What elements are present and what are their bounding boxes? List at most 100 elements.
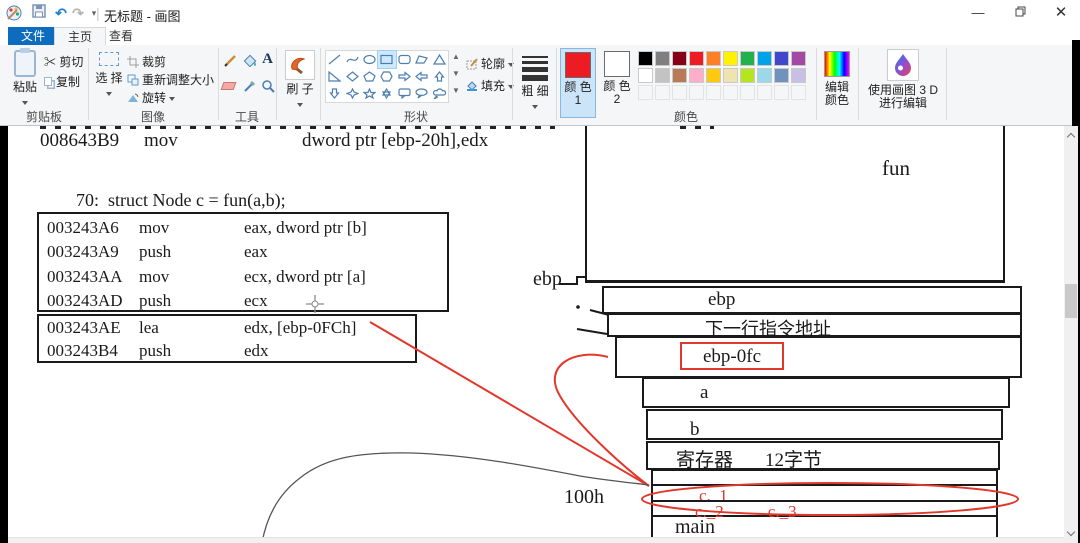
shape-rectangle[interactable]	[378, 51, 395, 68]
shape-rounded-rectangle[interactable]	[396, 51, 413, 68]
copy-label: 复制	[56, 75, 80, 89]
save-button[interactable]	[30, 4, 48, 22]
palette-swatch-empty[interactable]	[638, 85, 653, 100]
palette-swatch[interactable]	[689, 68, 704, 83]
stack-row-return-address: 下一行指令地址	[607, 313, 1022, 337]
palette-swatch[interactable]	[791, 68, 806, 83]
scroll-down-icon[interactable]	[1067, 528, 1075, 536]
size-button[interactable]: 粗 细	[516, 53, 554, 116]
palette-swatch-empty[interactable]	[655, 85, 670, 100]
palette-swatch[interactable]	[638, 51, 653, 66]
palette-swatch[interactable]	[757, 68, 772, 83]
tab-view[interactable]: 查看	[96, 27, 146, 45]
shape-callout-oval[interactable]	[413, 85, 430, 102]
edit-colors-button[interactable]: 编辑 颜色	[820, 51, 854, 107]
close-button[interactable]: ✕	[1044, 0, 1078, 27]
shape-fill-button[interactable]: 填充	[466, 77, 514, 94]
palette-swatch-empty[interactable]	[723, 85, 738, 100]
palette-swatch[interactable]	[706, 51, 721, 66]
shape-fill-icon	[466, 80, 478, 92]
paint3d-button[interactable]: 使用画图 3 D 进行编辑	[864, 49, 942, 110]
brushes-label: 刷 子	[282, 83, 318, 96]
shape-diamond[interactable]	[343, 68, 360, 85]
palette-swatch-empty[interactable]	[740, 85, 755, 100]
shape-ellipse[interactable]	[361, 51, 378, 68]
screen-edge	[1072, 40, 1080, 126]
palette-swatch[interactable]	[689, 51, 704, 66]
palette-swatch[interactable]	[672, 51, 687, 66]
shape-star-4[interactable]	[343, 85, 360, 102]
palette-swatch[interactable]	[791, 51, 806, 66]
source-code-line: 70: struct Node c = fun(a,b);	[76, 190, 286, 211]
title-separator: |	[96, 5, 100, 21]
picker-tool[interactable]	[241, 79, 258, 96]
shape-star-5[interactable]	[361, 85, 378, 102]
shape-arrow-down[interactable]	[326, 85, 343, 102]
eraser-tool[interactable]	[222, 79, 239, 96]
qat-dropdown-icon[interactable]: ▾	[85, 4, 103, 22]
palette-swatch-empty[interactable]	[774, 85, 789, 100]
ebp0fc-red-box: ebp-0fc	[680, 342, 784, 370]
scrollbar-thumb[interactable]	[1065, 284, 1077, 318]
paste-button[interactable]: 粘贴	[8, 50, 42, 112]
crop-button[interactable]: 裁剪	[127, 53, 166, 70]
size-label: 粗 细	[516, 85, 554, 98]
horizontal-scrollbar[interactable]	[8, 537, 1064, 543]
palette-swatch[interactable]	[757, 51, 772, 66]
shape-callout-cloud[interactable]	[431, 85, 448, 102]
palette-swatch[interactable]	[774, 68, 789, 83]
palette-swatch[interactable]	[638, 68, 653, 83]
shape-star-6[interactable]	[378, 85, 395, 102]
shape-polygon[interactable]	[413, 51, 430, 68]
palette-swatch[interactable]	[740, 68, 755, 83]
magnifier-tool[interactable]	[259, 79, 276, 96]
undo-button[interactable]: ↶	[52, 4, 70, 22]
edit-colors-label: 编辑 颜色	[820, 81, 854, 107]
copy-button[interactable]: 复制	[44, 73, 80, 90]
drawing-canvas[interactable]: 008643B9 mov dword ptr [ebp-20h],edx 70:…	[8, 126, 1064, 543]
group-separator	[512, 48, 513, 120]
palette-swatch[interactable]	[655, 51, 670, 66]
palette-swatch[interactable]	[655, 68, 670, 83]
palette-swatch-empty[interactable]	[689, 85, 704, 100]
palette-swatch-empty[interactable]	[757, 85, 772, 100]
palette-swatch[interactable]	[723, 68, 738, 83]
shapes-more-icon[interactable]: ▼	[451, 86, 461, 96]
cut-button[interactable]: ✂ 剪切	[44, 53, 83, 70]
palette-swatch-empty[interactable]	[791, 85, 806, 100]
palette-swatch[interactable]	[706, 68, 721, 83]
crop-label: 裁剪	[142, 55, 166, 69]
palette-swatch[interactable]	[774, 51, 789, 66]
scroll-up-icon[interactable]	[1067, 133, 1075, 141]
select-button[interactable]: 选 择	[94, 52, 124, 103]
pencil-tool[interactable]	[222, 53, 239, 70]
outline-button[interactable]: 轮廓	[466, 55, 514, 72]
palette-swatch-empty[interactable]	[672, 85, 687, 100]
shape-line[interactable]	[326, 51, 343, 68]
shape-arrow-up[interactable]	[431, 68, 448, 85]
shape-hexagon[interactable]	[378, 68, 395, 85]
shape-callout-rounded[interactable]	[396, 85, 413, 102]
shape-triangle[interactable]	[431, 51, 448, 68]
vertical-scrollbar[interactable]	[1064, 126, 1078, 543]
tab-file[interactable]: 文件	[8, 27, 58, 45]
palette-swatch[interactable]	[672, 68, 687, 83]
shape-pentagon[interactable]	[361, 68, 378, 85]
minimize-button[interactable]: —	[961, 0, 995, 27]
ribbon: 粘贴 ✂ 剪切 复制 剪贴板 选 择 裁剪 重新调整大小 旋转 图像 A 工具	[0, 45, 1072, 126]
rotate-button[interactable]: 旋转	[127, 89, 175, 106]
shapes-scroll-up-icon[interactable]: ▲	[451, 52, 461, 62]
shape-arrow-right[interactable]	[396, 68, 413, 85]
fill-tool[interactable]	[241, 53, 258, 70]
shape-arrow-left[interactable]	[413, 68, 430, 85]
palette-swatch-empty[interactable]	[706, 85, 721, 100]
text-tool[interactable]: A	[259, 51, 276, 68]
resize-button[interactable]: 重新调整大小	[127, 71, 214, 88]
palette-swatch[interactable]	[740, 51, 755, 66]
brushes-button[interactable]: 刷 子	[282, 50, 318, 114]
shape-right-triangle[interactable]	[326, 68, 343, 85]
palette-swatch[interactable]	[723, 51, 738, 66]
shape-curve[interactable]	[343, 51, 360, 68]
restore-button[interactable]	[1003, 0, 1037, 27]
shapes-scroll-down-icon[interactable]: ▼	[451, 69, 461, 79]
